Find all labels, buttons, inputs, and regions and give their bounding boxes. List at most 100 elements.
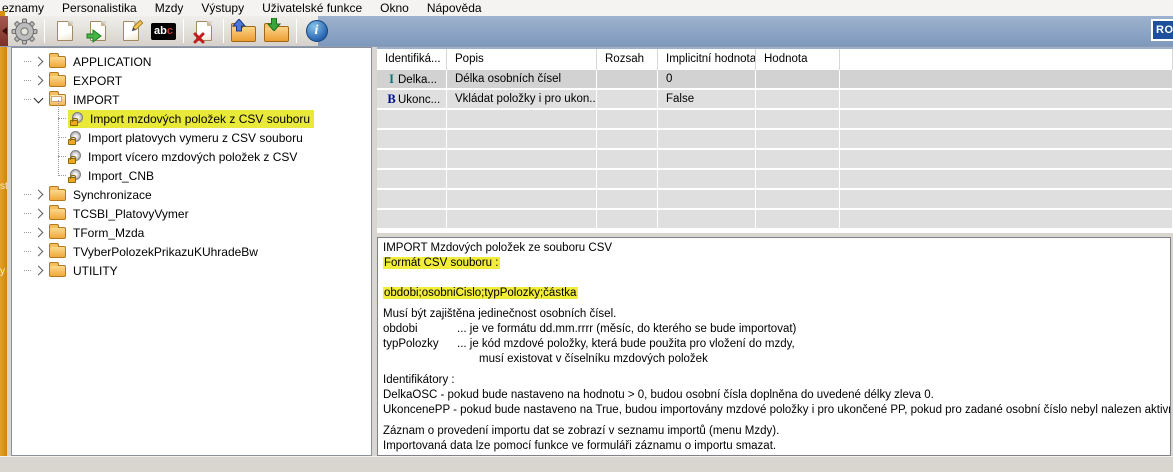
import-button[interactable] [261, 17, 292, 45]
column-header-rozsah[interactable]: Rozsah [597, 49, 658, 70]
chevron-right-icon[interactable] [34, 190, 44, 200]
strip-text-fragment: st [0, 181, 7, 192]
function-lock-icon [68, 150, 83, 164]
menu-bar: eznamy Personalistika Mzdy Výstupy Uživa… [0, 0, 1173, 16]
side-strip[interactable]: st y [0, 47, 7, 456]
column-header-implicitni-hodnota[interactable]: Implicitní hodnota [658, 49, 756, 70]
folder-icon [49, 227, 66, 239]
green-down-arrow-icon [267, 18, 281, 31]
properties-table: Identifiká... Popis Rozsah Implicitní ho… [377, 47, 1173, 233]
function-lock-icon [68, 169, 83, 183]
toolbar-separator [223, 19, 224, 43]
menu-item-okno[interactable]: Okno [371, 1, 418, 15]
description-line: UkoncenePP - pokud bude nastaveno na Tru… [383, 403, 1170, 418]
menu-item-personalistika[interactable]: Personalistika [53, 1, 146, 15]
toolbar-separator [183, 19, 184, 43]
tree-item-import-cnb[interactable]: Import_CNB [12, 166, 371, 185]
description-title: IMPORT Mzdových položek ze souboru CSV [383, 241, 1170, 256]
toolbar-blue-area: RO [318, 16, 1173, 46]
table-row-empty [377, 170, 1173, 188]
table-row-empty [377, 190, 1173, 208]
description-panel: IMPORT Mzdových položek ze souboru CSV F… [377, 237, 1171, 456]
table-row[interactable]: BUkonc... Vkládat položky i pro ukon... … [377, 90, 1173, 108]
chevron-right-icon[interactable] [34, 247, 44, 257]
column-header-hodnota[interactable]: Hodnota [756, 49, 840, 70]
export-button[interactable] [228, 17, 259, 45]
table-row[interactable]: IDelka... Délka osobních čísel 0 [377, 70, 1173, 88]
tree-item-application[interactable]: APPLICATION [12, 52, 371, 71]
edit-record-button[interactable] [115, 17, 146, 45]
folder-icon [49, 246, 66, 258]
abc-icon: abc [151, 23, 176, 40]
function-lock-icon [68, 131, 83, 145]
green-arrow-icon [86, 29, 102, 43]
chevron-right-icon[interactable] [34, 228, 44, 238]
table-row-empty [377, 210, 1173, 228]
column-header-identifikator[interactable]: Identifiká... [377, 49, 447, 70]
menu-item-seznamy[interactable]: eznamy [0, 1, 53, 15]
folder-icon [49, 265, 66, 277]
chevron-right-icon[interactable] [34, 209, 44, 219]
status-bar [0, 456, 1173, 472]
folder-icon [49, 208, 66, 220]
function-tree-panel: APPLICATION EXPORT IMPORT Import mzdovýc… [11, 47, 372, 456]
menu-item-uzivatelske-funkce[interactable]: Uživatelské funkce [253, 1, 371, 15]
new-document-icon [57, 21, 73, 41]
function-lock-icon [70, 112, 85, 126]
tree-item-export[interactable]: EXPORT [12, 71, 371, 90]
chevron-right-icon[interactable] [34, 266, 44, 276]
description-line: Musí být zajištěna jedinečnost osobních … [383, 307, 1170, 322]
toolbar: RO [0, 16, 1173, 47]
strip-text-fragment: y [0, 266, 5, 277]
chevron-down-icon[interactable] [34, 93, 44, 103]
table-header-row: Identifiká... Popis Rozsah Implicitní ho… [377, 49, 1173, 70]
description-line: typPolozky... je kód mzdové položky, kte… [383, 337, 1170, 352]
toolbar-separator [44, 19, 45, 43]
table-row-empty [377, 150, 1173, 168]
description-line: Importovaná data lze pomocí funkce ve fo… [383, 439, 1170, 454]
type-integer-icon: I [385, 70, 398, 88]
tree-item-import[interactable]: IMPORT [12, 90, 371, 109]
description-line: Identifikátory : [383, 373, 1170, 388]
table-row-empty [377, 110, 1173, 128]
delete-record-button[interactable] [188, 17, 219, 45]
tree-item-tvyberpolozek[interactable]: TVyberPolozekPrikazuKUhradeBw [12, 242, 371, 261]
menu-item-mzdy[interactable]: Mzdy [146, 1, 193, 15]
info-icon: i [306, 20, 328, 42]
tree-item-import-vicero[interactable]: Import vícero mzdových položek z CSV [12, 147, 371, 166]
pencil-icon [129, 19, 144, 34]
tree-item-synchronizace[interactable]: Synchronizace [12, 185, 371, 204]
info-button[interactable]: i [301, 17, 332, 45]
chevron-right-icon[interactable] [34, 76, 44, 86]
menu-item-vystupy[interactable]: Výstupy [192, 1, 253, 15]
menu-item-napoveda[interactable]: Nápověda [418, 1, 491, 15]
gear-icon [11, 18, 38, 45]
new-record-button[interactable] [49, 17, 80, 45]
folder-icon [49, 75, 66, 87]
toolbar-separator [296, 19, 297, 43]
rename-button[interactable]: abc [148, 17, 179, 45]
description-line: obdobi... je ve formátu dd.mm.rrrr (měsí… [383, 322, 1170, 337]
description-line: DelkaOSC - pokud bude nastaveno na hodno… [383, 388, 1170, 403]
tree-item-tcsbi-platovyvymer[interactable]: TCSBI_PlatovyVymer [12, 204, 371, 223]
tree-item-import-mzdovych-polozek[interactable]: Import mzdových položek z CSV souboru [12, 109, 371, 128]
description-line: Záznam o provedení importu dat se zobraz… [383, 424, 1170, 439]
tree-item-utility[interactable]: UTILITY [12, 261, 371, 280]
table-row-empty [377, 130, 1173, 148]
tree-item-import-platovych-vymeru[interactable]: Import platovych vymeru z CSV souboru [12, 128, 371, 147]
folder-icon [49, 56, 66, 68]
panel-collapse-handle[interactable] [0, 16, 8, 46]
highlighted-csv-format: obdobi;osobniCislo;typPolozky;částka [383, 287, 578, 299]
type-boolean-icon: B [385, 90, 398, 108]
column-header-popis[interactable]: Popis [447, 49, 597, 70]
folder-icon [49, 189, 66, 201]
description-line: musí existovat v číselníku mzdových polo… [383, 352, 1170, 367]
settings-button[interactable] [9, 17, 40, 45]
chevron-right-icon[interactable] [34, 57, 44, 67]
blue-up-arrow-icon [232, 19, 246, 32]
highlighted-text: Formát CSV souboru : [383, 257, 500, 269]
ron-logo: RO [1151, 19, 1173, 41]
tree-item-tform-mzda[interactable]: TForm_Mzda [12, 223, 371, 242]
left-arrow-icon [2, 27, 7, 35]
duplicate-record-button[interactable] [82, 17, 113, 45]
